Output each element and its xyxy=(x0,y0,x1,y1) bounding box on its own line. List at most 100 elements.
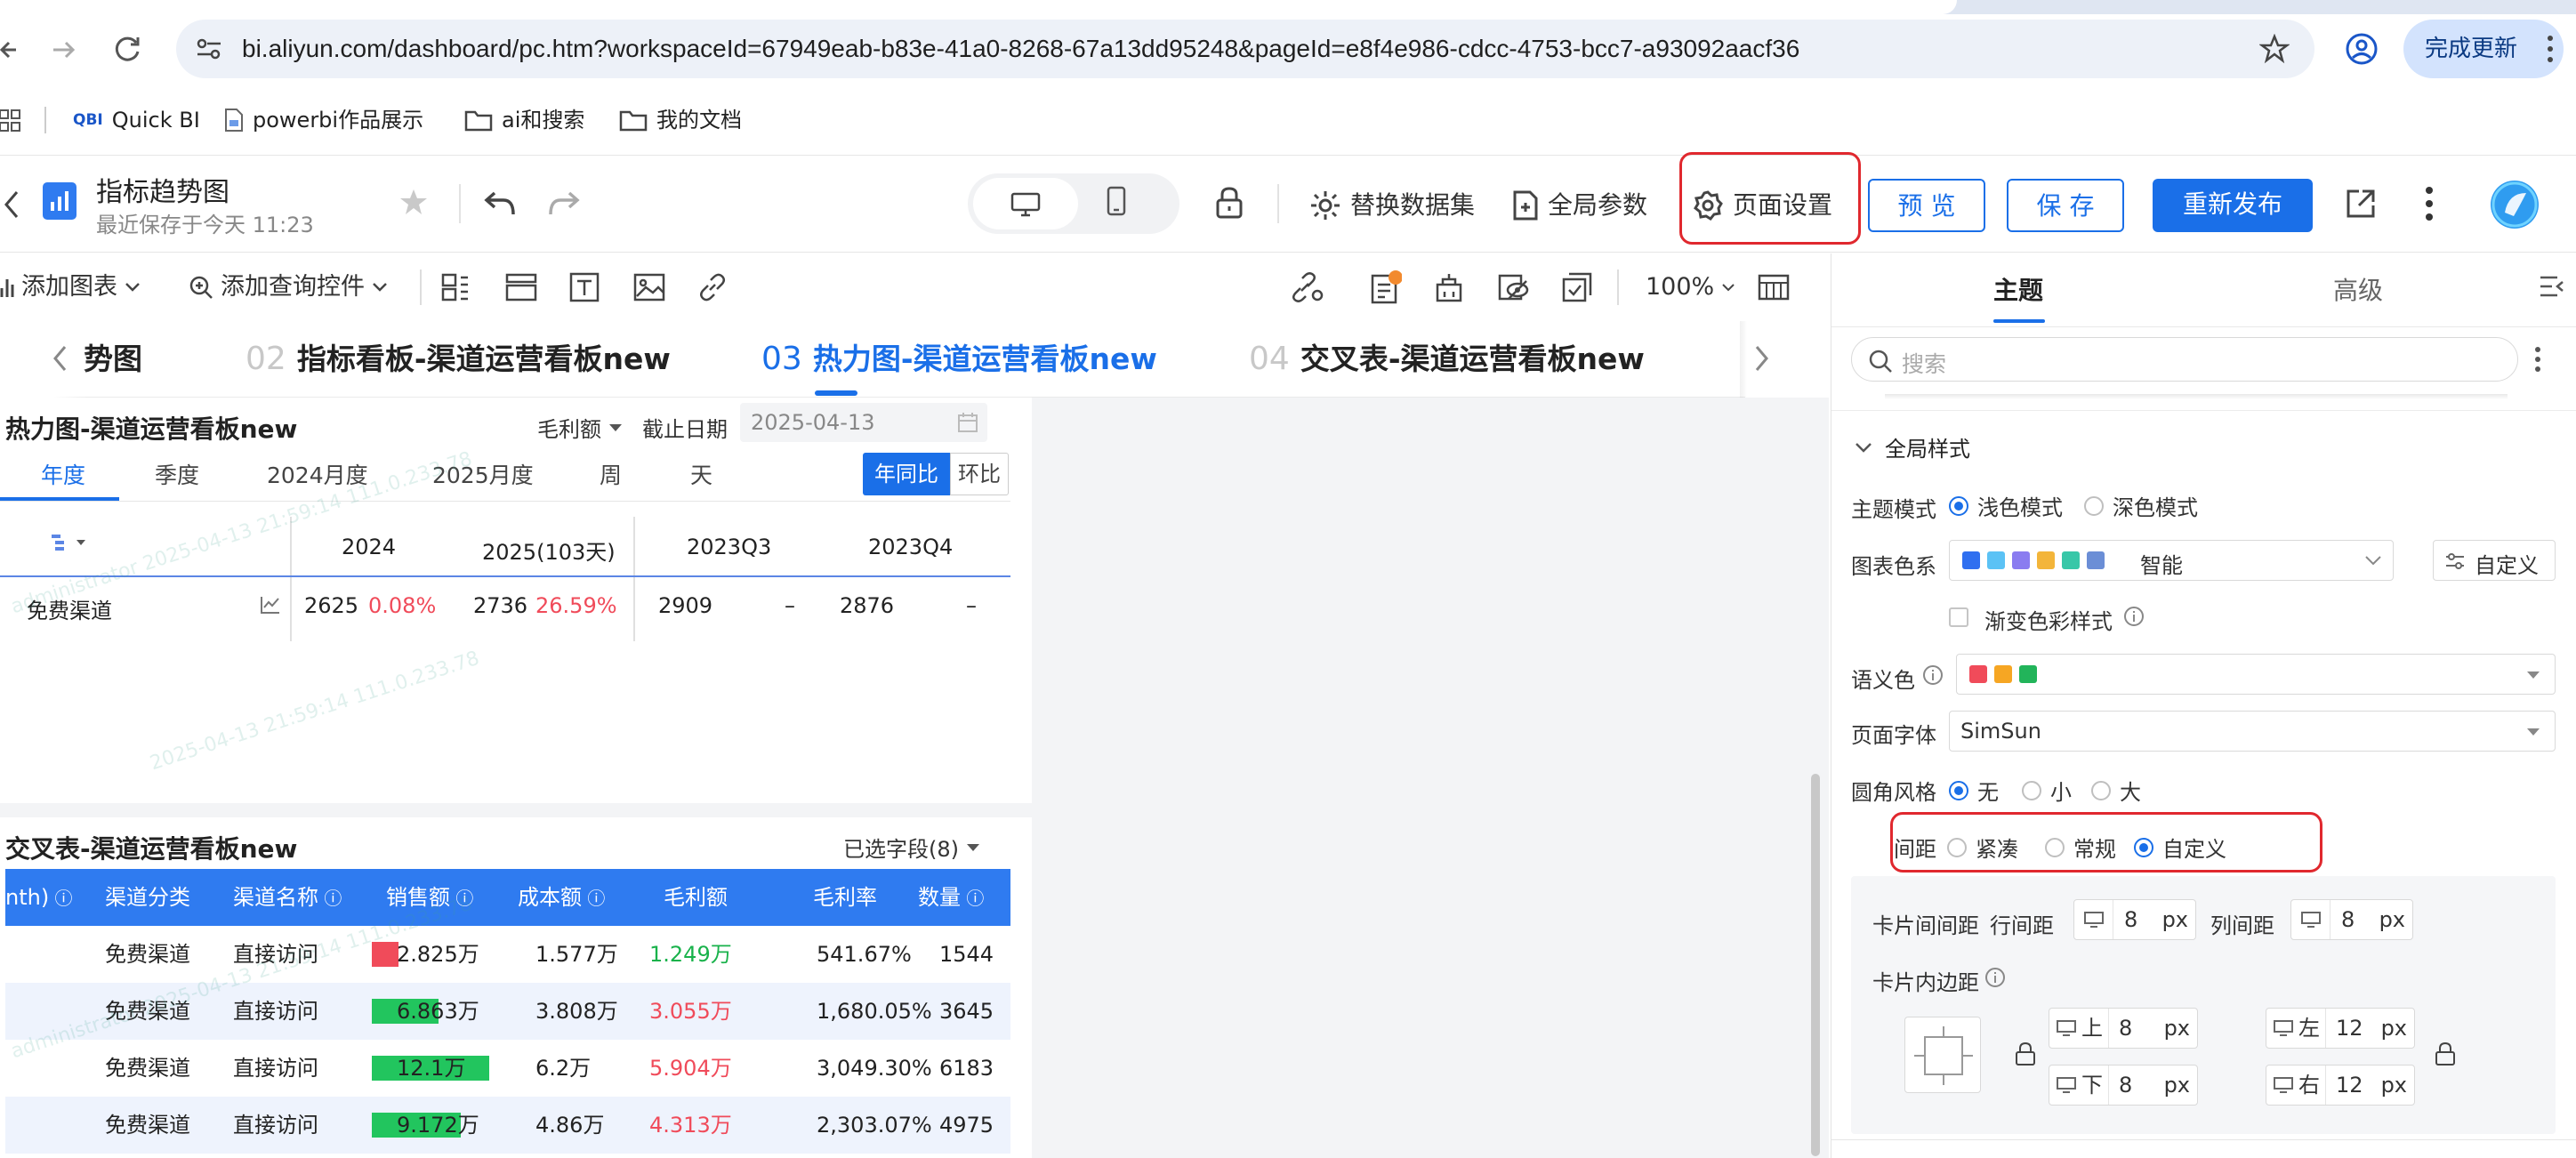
padding-bottom-input[interactable]: 下 8 px xyxy=(2049,1065,2198,1106)
desktop-view-button[interactable] xyxy=(973,178,1078,229)
corner-large-radio[interactable]: 大 xyxy=(2091,775,2141,806)
page-tab-3[interactable]: 03 热力图-渠道运营看板new xyxy=(761,321,1157,398)
padding-top-input[interactable]: 上 8 px xyxy=(2049,1008,2198,1049)
crosstab-header-cell[interactable]: nth) ⓘ xyxy=(5,869,73,926)
trend-icon[interactable] xyxy=(260,595,281,615)
semantic-color-select[interactable] xyxy=(1956,654,2556,695)
row-gap-input[interactable]: 8 px xyxy=(2073,899,2196,940)
palette-custom-button[interactable]: 自定义 xyxy=(2433,540,2556,581)
checklist-icon[interactable] xyxy=(1562,253,1592,321)
corner-none-radio[interactable]: 无 xyxy=(1949,775,1999,806)
measure-select[interactable]: 毛利额 xyxy=(537,412,623,443)
add-chart-button[interactable]: 添加图表 xyxy=(0,253,141,321)
layout-icon[interactable] xyxy=(1758,253,1790,321)
theme-light-radio[interactable]: 浅色模式 xyxy=(1949,490,2063,521)
info-icon[interactable]: ⓘ xyxy=(961,888,984,909)
crosstab-header-cell[interactable]: 成本额 ⓘ xyxy=(518,869,605,926)
global-style-section-toggle[interactable]: 全局样式 xyxy=(1855,431,1970,462)
theme-dark-radio[interactable]: 深色模式 xyxy=(2084,490,2198,521)
back-chevron-icon[interactable] xyxy=(4,189,20,220)
period-tab-day[interactable]: 天 xyxy=(690,458,712,490)
open-external-icon[interactable] xyxy=(2345,188,2377,220)
browser-menu-icon[interactable] xyxy=(2546,34,2555,64)
info-icon[interactable] xyxy=(2123,606,2145,627)
page-tab-4[interactable]: 04 交叉表-渠道运营看板new xyxy=(1249,321,1645,398)
panel-tab-theme[interactable]: 主题 xyxy=(1993,271,2043,307)
crosstab-header-cell[interactable]: 渠道分类 xyxy=(105,869,190,926)
crosstab-card[interactable]: 交叉表-渠道运营看板new 已选字段(8) nth) ⓘ 渠道分类 渠道名称 ⓘ 销售… xyxy=(0,817,1032,1158)
active-browser-tab[interactable] xyxy=(0,0,1957,14)
image-icon[interactable] xyxy=(633,253,665,321)
panel-tab-advanced[interactable]: 高级 xyxy=(2333,271,2383,307)
replace-dataset-button[interactable]: 替换数据集 xyxy=(1309,179,1475,232)
bookmark-my-docs[interactable]: 我的文档 xyxy=(619,98,742,142)
back-icon[interactable] xyxy=(0,32,20,68)
date-picker[interactable]: 2025-04-13 xyxy=(740,403,987,442)
page-font-select[interactable]: SimSun xyxy=(1949,711,2556,752)
corner-small-radio[interactable]: 小 xyxy=(2022,775,2072,806)
hide-icon[interactable] xyxy=(1498,253,1530,321)
page-tab-1[interactable]: 势图 xyxy=(84,321,142,398)
forward-icon[interactable] xyxy=(50,34,76,66)
info-icon[interactable]: ⓘ xyxy=(49,888,73,909)
gradient-checkbox[interactable] xyxy=(1949,607,1968,627)
period-tab-week[interactable]: 周 xyxy=(600,458,622,490)
update-button[interactable]: 完成更新 xyxy=(2403,20,2564,78)
bookmark-ai-search[interactable]: ai和搜索 xyxy=(464,98,584,142)
undo-icon[interactable] xyxy=(484,188,516,218)
padding-right-input[interactable]: 右 12 px xyxy=(2266,1065,2415,1106)
crosstab-header-cell[interactable]: 渠道名称 ⓘ xyxy=(233,869,342,926)
reload-icon[interactable] xyxy=(112,34,142,64)
mobile-view-button[interactable] xyxy=(1107,186,1126,216)
save-button[interactable]: 保 存 xyxy=(2007,179,2124,232)
address-bar[interactable]: bi.aliyun.com/dashboard/pc.htm?workspace… xyxy=(176,20,2314,78)
palette-select[interactable]: 智能 xyxy=(1949,540,2394,581)
crosstab-header-cell[interactable]: 毛利率 xyxy=(813,869,877,926)
site-settings-icon[interactable] xyxy=(196,37,222,60)
info-icon[interactable] xyxy=(1984,967,2006,988)
theme-icon[interactable] xyxy=(1434,253,1464,321)
bookmark-quickbi[interactable]: QBI Quick BI xyxy=(73,98,200,142)
collapse-panel-icon[interactable] xyxy=(2538,273,2564,300)
apps-grid-icon[interactable] xyxy=(0,109,21,133)
tree-expand-icon[interactable] xyxy=(50,533,87,552)
selected-fields-select[interactable]: 已选字段(8) xyxy=(843,832,980,863)
crosstab-header-cell[interactable]: 数量 ⓘ xyxy=(918,869,984,926)
user-avatar[interactable] xyxy=(2491,181,2539,229)
yoy-button[interactable]: 年同比 xyxy=(863,453,950,495)
add-query-control-button[interactable]: 添加查询控件 xyxy=(189,253,388,321)
page-tab-2[interactable]: 02 指标看板-渠道运营看板new xyxy=(246,321,671,398)
mom-button[interactable]: 环比 xyxy=(950,453,1009,495)
canvas-scrollbar[interactable] xyxy=(1811,774,1820,1156)
bookmark-powerbi[interactable]: powerbi作品展示 xyxy=(224,98,423,142)
lock-icon[interactable] xyxy=(1215,186,1244,220)
preview-button[interactable]: 预 览 xyxy=(1868,179,1985,232)
tab-scroll-right-icon[interactable] xyxy=(1754,344,1770,373)
lock-horizontal-icon[interactable] xyxy=(2435,1041,2456,1066)
heatmap-card[interactable]: 热力图-渠道运营看板new 毛利额 截止日期 2025-04-13 年度 季度 … xyxy=(0,398,1032,803)
lock-vertical-icon[interactable] xyxy=(2015,1041,2036,1066)
zoom-select[interactable]: 100% xyxy=(1646,253,1735,321)
panel-search-input[interactable]: 搜索 xyxy=(1851,337,2518,382)
crosstab-header-cell[interactable]: 毛利额 xyxy=(664,869,728,926)
link-icon[interactable] xyxy=(697,253,728,321)
republish-button[interactable]: 重新发布 xyxy=(2153,179,2313,232)
redo-icon[interactable] xyxy=(548,188,580,218)
period-tab-year[interactable]: 年度 xyxy=(41,458,85,490)
more-icon[interactable] xyxy=(2425,186,2434,221)
info-icon[interactable]: ⓘ xyxy=(318,888,342,909)
tab-scroll-left-icon[interactable] xyxy=(52,344,68,373)
info-icon[interactable]: ⓘ xyxy=(582,888,605,909)
container-icon[interactable] xyxy=(505,253,537,321)
tab-component-icon[interactable] xyxy=(441,253,470,321)
col-gap-input[interactable]: 8 px xyxy=(2290,899,2413,940)
profile-icon[interactable] xyxy=(2345,32,2379,66)
favorite-star-icon[interactable] xyxy=(398,188,429,216)
padding-left-input[interactable]: 左 12 px xyxy=(2266,1008,2415,1049)
global-params-button[interactable]: 全局参数 xyxy=(1512,179,1647,232)
text-icon[interactable] xyxy=(569,253,600,321)
link-settings-icon[interactable] xyxy=(1290,253,1324,321)
bookmark-star-icon[interactable] xyxy=(2259,34,2290,64)
period-tab-quarter[interactable]: 季度 xyxy=(155,458,199,490)
panel-more-icon[interactable] xyxy=(2534,346,2541,373)
